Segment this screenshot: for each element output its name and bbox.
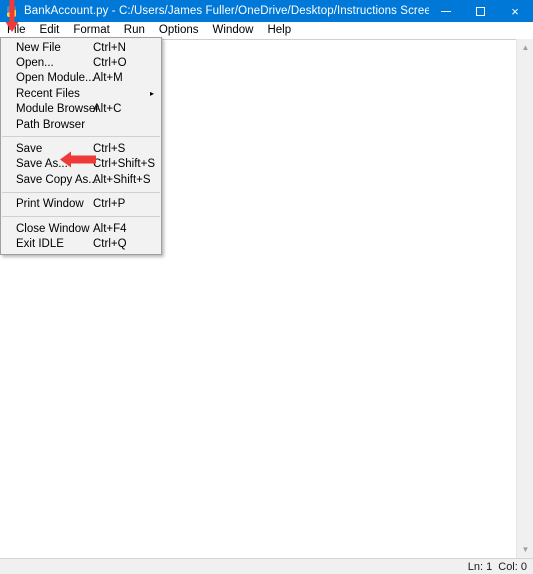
menu-item-label: Recent Files	[16, 87, 80, 100]
menu-item-label: Exit IDLE	[16, 237, 64, 250]
scroll-up-arrow-icon[interactable]: ▲	[517, 39, 533, 56]
menu-item-module-browser[interactable]: Module Browser Alt+C	[1, 102, 161, 117]
menubar-item-window[interactable]: Window	[206, 22, 261, 39]
menu-item-print-window[interactable]: Print Window Ctrl+P	[1, 197, 161, 212]
maximize-button[interactable]	[463, 0, 497, 22]
scroll-down-arrow-icon[interactable]: ▼	[517, 541, 533, 558]
menu-item-shortcut: Ctrl+Shift+S	[93, 158, 155, 171]
minimize-button[interactable]	[429, 0, 463, 22]
menu-item-shortcut: Alt+M	[93, 72, 123, 85]
menu-separator	[2, 136, 160, 138]
menu-item-path-browser[interactable]: Path Browser	[1, 117, 161, 132]
menu-item-label: Print Window	[16, 198, 84, 211]
status-line-number: Ln: 1	[467, 560, 493, 573]
menu-item-save-copy-as[interactable]: Save Copy As... Alt+Shift+S	[1, 172, 161, 187]
menu-item-shortcut: Alt+Shift+S	[93, 173, 151, 186]
close-button[interactable]: ×	[497, 0, 533, 22]
menu-item-exit-idle[interactable]: Exit IDLE Ctrl+Q	[1, 236, 161, 251]
menu-separator	[2, 191, 160, 193]
menu-item-label: New File	[16, 41, 61, 54]
menu-item-shortcut: Ctrl+O	[93, 57, 127, 70]
menu-item-open-module[interactable]: Open Module... Alt+M	[1, 71, 161, 86]
window-title: BankAccount.py - C:/Users/James Fuller/O…	[24, 5, 429, 17]
file-dropdown-menu: New File Ctrl+N Open... Ctrl+O Open Modu…	[0, 37, 162, 255]
python-file-icon	[3, 0, 19, 22]
status-column-number: Col: 0	[498, 560, 527, 573]
menu-item-label: Open...	[16, 57, 54, 70]
menu-item-label: Module Browser	[16, 103, 100, 116]
menu-item-label: Save	[16, 143, 43, 156]
window-controls: ×	[429, 0, 533, 22]
menubar-item-help[interactable]: Help	[260, 22, 298, 39]
menu-item-open[interactable]: Open... Ctrl+O	[1, 55, 161, 70]
menu-separator	[2, 215, 160, 217]
title-bar: BankAccount.py - C:/Users/James Fuller/O…	[0, 0, 533, 22]
menu-item-shortcut: Ctrl+P	[93, 198, 126, 211]
menu-item-label: Open Module...	[16, 72, 95, 85]
menu-item-shortcut: Ctrl+Q	[93, 237, 127, 250]
menu-item-save[interactable]: Save Ctrl+S	[1, 141, 161, 156]
vertical-scrollbar[interactable]: ▲ ▼	[516, 39, 533, 558]
menu-item-shortcut: Ctrl+N	[93, 41, 126, 54]
menu-item-shortcut: Alt+C	[93, 103, 122, 116]
menu-item-shortcut: Alt+F4	[93, 222, 127, 235]
menu-item-recent-files[interactable]: Recent Files ▸	[1, 86, 161, 101]
menu-item-label: Path Browser	[16, 118, 86, 131]
status-bar: Ln: 1 Col: 0	[0, 558, 533, 574]
menu-item-label: Save Copy As...	[16, 173, 98, 186]
menu-item-label: Close Window	[16, 222, 90, 235]
menu-item-shortcut: Ctrl+S	[93, 143, 126, 156]
chevron-right-icon: ▸	[149, 88, 154, 98]
menu-item-new-file[interactable]: New File Ctrl+N	[1, 40, 161, 55]
idle-editor-window: BankAccount.py - C:/Users/James Fuller/O…	[0, 0, 533, 574]
menu-item-label: Save As...	[16, 158, 68, 171]
menu-item-close-window[interactable]: Close Window Alt+F4	[1, 221, 161, 236]
menu-item-save-as[interactable]: Save As... Ctrl+Shift+S	[1, 157, 161, 172]
